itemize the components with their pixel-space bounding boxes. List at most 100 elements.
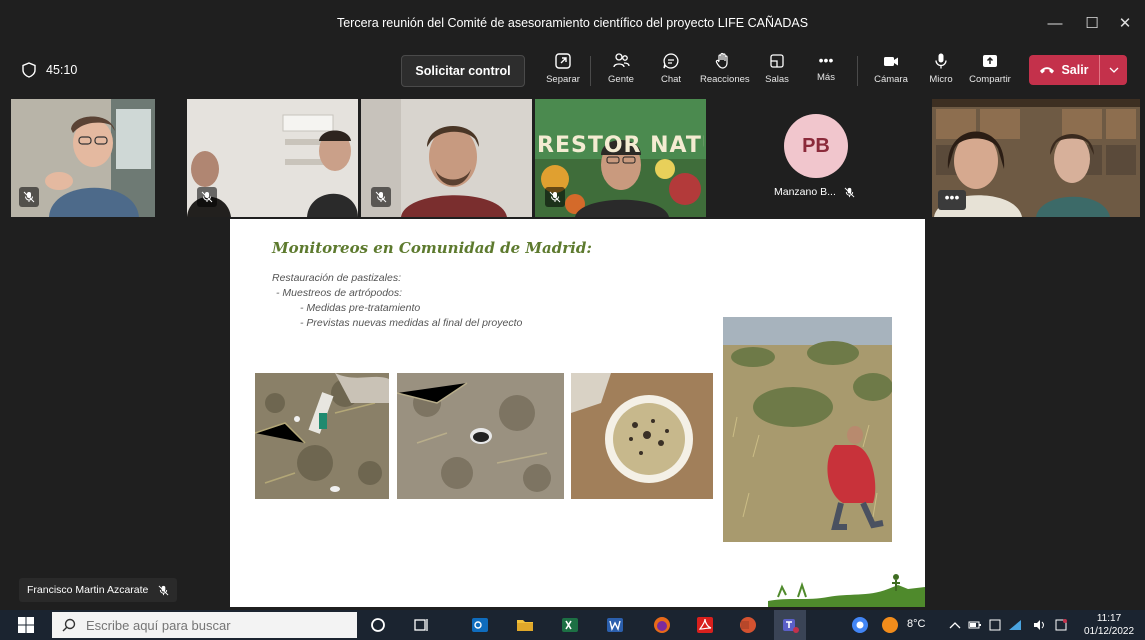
mic-button[interactable]: Micro [918, 50, 964, 92]
more-button[interactable]: ••• Más [803, 50, 849, 92]
mic-off-icon [375, 191, 387, 203]
mic-off-icon [844, 187, 855, 197]
meeting-timer: 45:10 [22, 62, 77, 78]
toolbar-divider [590, 56, 591, 86]
powerpoint-icon[interactable] [738, 615, 758, 635]
taskbar-search[interactable] [52, 612, 357, 638]
slide-line: - Medidas pre-tratamiento [300, 302, 421, 314]
camera-icon [884, 57, 898, 66]
taskbar-clock[interactable]: 11:17 01/12/2022 [1078, 612, 1140, 638]
leave-options-button[interactable] [1100, 55, 1127, 85]
shield-icon [22, 62, 36, 78]
mic-off-icon [549, 191, 561, 203]
pop-out-icon [555, 53, 571, 69]
mic-off-icon [23, 191, 35, 203]
battery-icon[interactable] [968, 618, 982, 632]
weather-icon[interactable] [880, 615, 900, 635]
slide-line: - Muestreos de artrópodos: [276, 287, 403, 299]
tool-label: Reacciones [700, 74, 750, 85]
mic-off-indicator [197, 187, 217, 207]
meet-now-icon[interactable] [988, 618, 1002, 632]
share-icon [983, 55, 997, 67]
slide-body: Restauración de pastizales: - Muestreos … [272, 271, 522, 331]
mic-off-icon [158, 585, 169, 595]
outlook-icon[interactable] [470, 615, 490, 635]
request-control-button[interactable]: Solicitar control [401, 55, 525, 87]
windows-start-icon[interactable] [18, 617, 34, 633]
chat-button[interactable]: Chat [648, 50, 694, 92]
rooms-icon [770, 54, 784, 68]
excel-icon[interactable] [560, 615, 580, 635]
word-icon[interactable] [605, 615, 625, 635]
weather-temperature[interactable]: 8°C [907, 618, 925, 630]
mic-icon [935, 53, 947, 69]
task-view-icon[interactable] [412, 615, 432, 635]
mic-off-icon [201, 191, 213, 203]
volume-icon[interactable] [1032, 618, 1046, 632]
file-explorer-icon[interactable] [515, 615, 535, 635]
input-method-icon[interactable] [1054, 618, 1068, 632]
meeting-toolbar: 45:10 Solicitar control Separar Gente Ch… [0, 44, 1145, 98]
participant-video-6[interactable]: ••• [932, 99, 1140, 217]
window-title: Tercera reunión del Comité de asesoramie… [336, 16, 809, 30]
teams-icon[interactable] [780, 615, 800, 635]
clock-date: 01/12/2022 [1083, 626, 1135, 637]
acrobat-icon[interactable] [695, 615, 715, 635]
slide-line: - Previstas nuevas medidas al final del … [300, 317, 523, 329]
mic-off-indicator [371, 187, 391, 207]
tool-label: Compartir [969, 74, 1011, 85]
chat-icon [663, 53, 679, 69]
slide-title: Monitoreos en Comunidad de Madrid: [272, 239, 592, 257]
slide-line: Restauración de pastizales: [272, 272, 401, 284]
leave-label: Salir [1061, 63, 1089, 77]
clock-time: 11:17 [1096, 613, 1122, 624]
chrome-icon[interactable] [850, 615, 870, 635]
minimize-button[interactable]: — [1040, 12, 1070, 36]
participant-video-4[interactable]: RESTOR NATURE [535, 99, 706, 217]
people-button[interactable]: Gente [598, 50, 644, 92]
tool-label: Separar [546, 74, 580, 85]
maximize-button[interactable]: ☐ [1077, 12, 1107, 36]
chevron-down-icon [1109, 67, 1118, 73]
pop-out-button[interactable]: Separar [540, 50, 586, 92]
raise-hand-icon [715, 52, 728, 69]
search-input[interactable] [86, 617, 346, 633]
mic-off-indicator [545, 187, 565, 207]
os-taskbar: 8°C 11:17 01/12/2022 [0, 610, 1145, 640]
photo-pitfall-install [255, 373, 389, 499]
restor-nature-banner: RESTOR NATURE [537, 133, 704, 158]
participant-name: Manzano B... [774, 186, 836, 198]
avatar[interactable]: PB [784, 114, 848, 178]
shared-slide: Monitoreos en Comunidad de Madrid: Resta… [230, 219, 925, 607]
camera-button[interactable]: Cámara [868, 50, 914, 92]
participant-video-1[interactable] [11, 99, 155, 217]
title-bar: Tercera reunión del Comité de asesoramie… [0, 0, 1145, 44]
toolbar-divider [857, 56, 858, 86]
cortana-icon[interactable] [368, 615, 388, 635]
tool-label: Salas [765, 74, 789, 85]
participant-video-2[interactable] [187, 99, 358, 217]
search-icon [62, 618, 76, 632]
slide-footer-silhouette [768, 574, 925, 607]
participant-name-tag: Manzano B... [774, 186, 855, 198]
presenter-name: Francisco Martin Azcarate [27, 584, 149, 596]
hang-up-icon [1040, 67, 1055, 74]
more-icon: ••• [818, 52, 834, 68]
participant-more-button[interactable]: ••• [938, 190, 966, 210]
tool-label: Micro [929, 74, 953, 85]
rooms-button[interactable]: Salas [754, 50, 800, 92]
participant-video-3[interactable] [361, 99, 532, 217]
close-button[interactable]: ✕ [1110, 12, 1140, 36]
tool-label: Chat [660, 74, 682, 85]
reactions-button[interactable]: Reacciones [700, 50, 750, 92]
chevron-up-icon[interactable] [948, 618, 962, 632]
tool-label: Cámara [874, 74, 908, 85]
network-icon[interactable] [1008, 618, 1022, 632]
leave-button[interactable]: Salir [1029, 55, 1099, 85]
share-button[interactable]: Compartir [967, 50, 1013, 92]
firefox-icon[interactable] [652, 615, 672, 635]
photo-pitfall-trap [397, 373, 564, 499]
photo-sample-cup [571, 373, 713, 499]
tool-label: Más [817, 72, 835, 83]
tool-label: Gente [608, 74, 634, 85]
